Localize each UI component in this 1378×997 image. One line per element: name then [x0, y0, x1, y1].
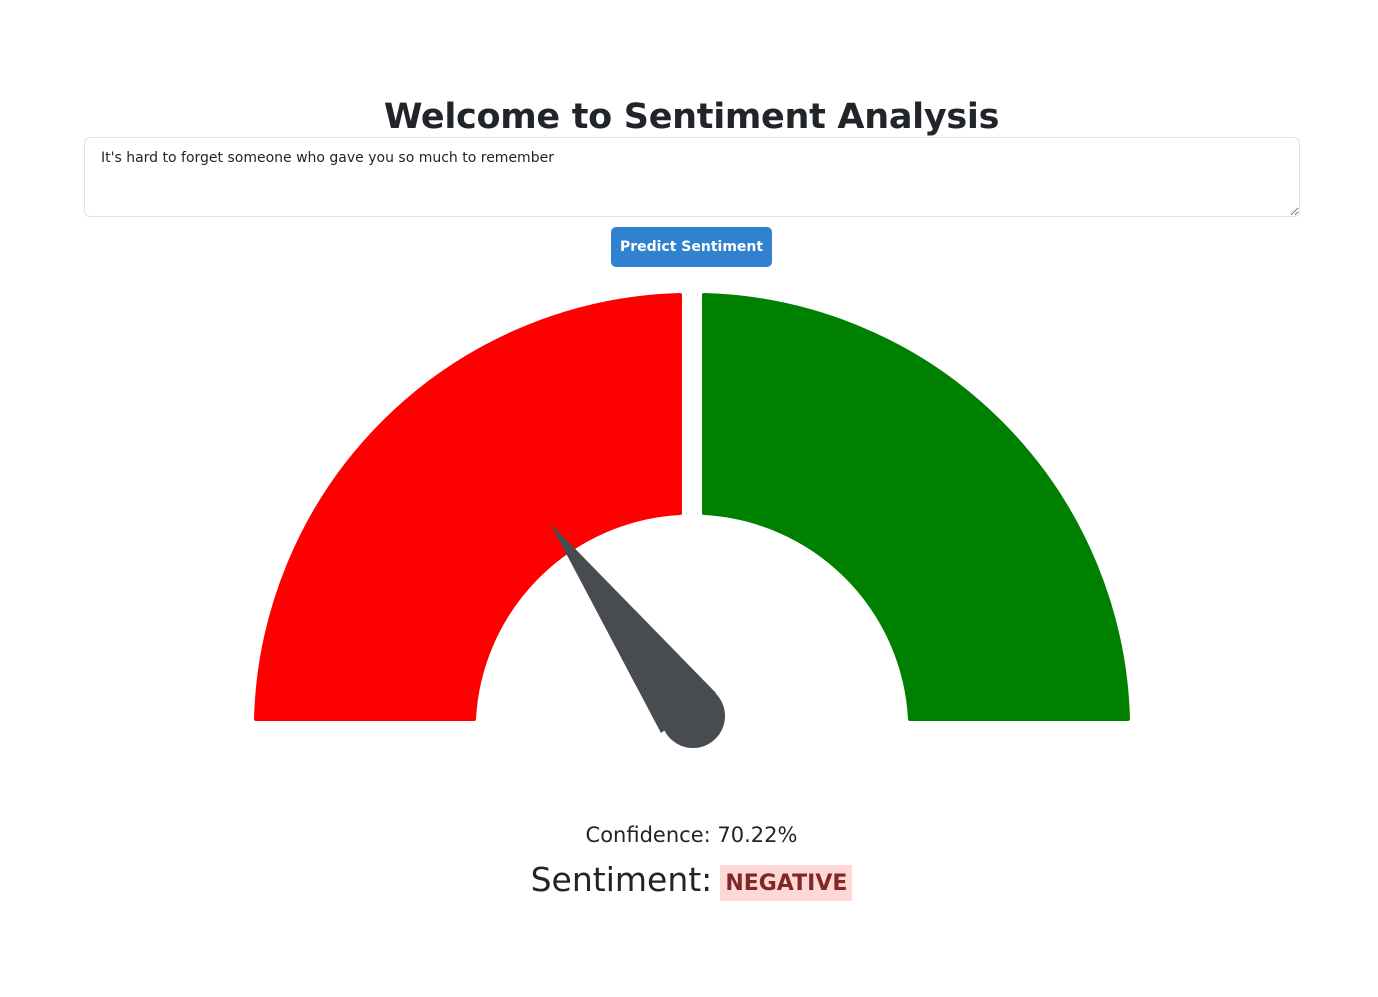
sentiment-text-input[interactable]: It's hard to forget someone who gave you…: [84, 137, 1300, 217]
gauge-segment-positive: [702, 293, 1130, 721]
confidence-text: Confidence: 70.22%: [585, 823, 798, 847]
gauge-segment-negative: [254, 293, 682, 721]
predict-sentiment-button[interactable]: Predict Sentiment: [611, 227, 772, 267]
page-title: Welcome to Sentiment Analysis: [383, 97, 1000, 137]
sentiment-label: Sentiment:: [530, 860, 713, 899]
gauge-needle: [550, 523, 725, 748]
sentiment-result: Sentiment: NEGATIVE: [0, 858, 1378, 902]
sentiment-badge: NEGATIVE: [720, 865, 853, 901]
